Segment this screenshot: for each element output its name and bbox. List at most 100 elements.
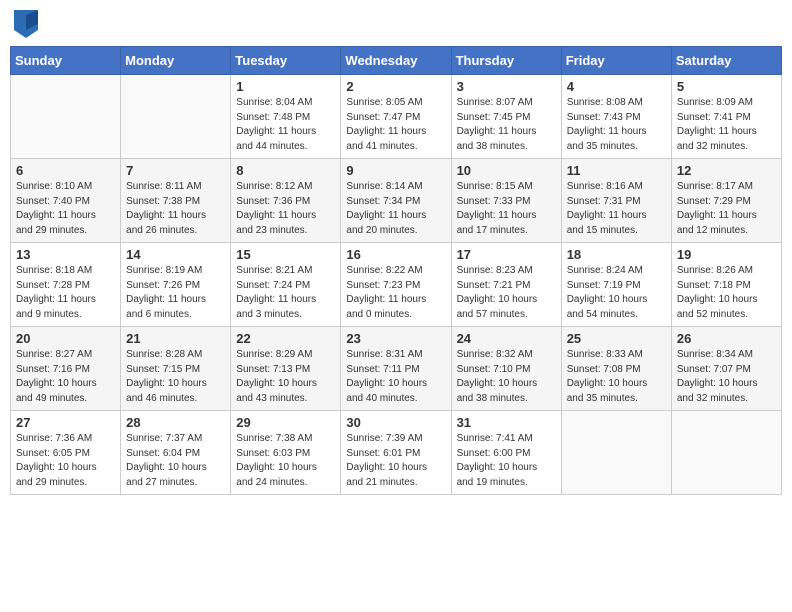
day-info: Sunrise: 8:33 AM Sunset: 7:08 PM Dayligh… bbox=[567, 348, 666, 406]
calendar-cell bbox=[11, 75, 121, 159]
page-header bbox=[10, 10, 782, 38]
calendar-cell: 14 Sunrise: 8:19 AM Sunset: 7:26 PM Dayli… bbox=[121, 243, 231, 327]
calendar-cell: 10Sunrise: 8:15 AM Sunset: 7:33 PM Dayli… bbox=[451, 159, 561, 243]
logo bbox=[14, 10, 42, 38]
logo-icon bbox=[14, 10, 38, 38]
day-info: Sunrise: 8:26 AM Sunset: 7:18 PM Dayligh… bbox=[677, 264, 776, 322]
day-number: 18 bbox=[567, 247, 666, 262]
day-header-monday: Monday bbox=[121, 47, 231, 75]
day-header-friday: Friday bbox=[561, 47, 671, 75]
calendar-cell: 20Sunrise: 8:27 AM Sunset: 7:16 PM Dayli… bbox=[11, 327, 121, 411]
day-info: Sunrise: 8:04 AM Sunset: 7:48 PM Dayligh… bbox=[236, 96, 335, 154]
day-number: 27 bbox=[16, 415, 115, 430]
calendar-week-3: 13 Sunrise: 8:18 AM Sunset: 7:28 PM Dayli… bbox=[11, 243, 782, 327]
calendar-cell: 24 Sunrise: 8:32 AM Sunset: 7:10 PM Dayli… bbox=[451, 327, 561, 411]
day-number: 5 bbox=[677, 79, 776, 94]
day-number: 31 bbox=[457, 415, 556, 430]
day-number: 1 bbox=[236, 79, 335, 94]
day-info: Sunrise: 8:09 AM Sunset: 7:41 PM Dayligh… bbox=[677, 96, 776, 154]
calendar-cell bbox=[561, 411, 671, 495]
day-number: 13 bbox=[16, 247, 115, 262]
day-header-saturday: Saturday bbox=[671, 47, 781, 75]
calendar-cell: 3Sunrise: 8:07 AM Sunset: 7:45 PM Daylig… bbox=[451, 75, 561, 159]
calendar-cell: 21 Sunrise: 8:28 AM Sunset: 7:15 PM Dayli… bbox=[121, 327, 231, 411]
day-info: Sunrise: 8:28 AM Sunset: 7:15 PM Dayligh… bbox=[126, 348, 225, 406]
calendar-cell: 30 Sunrise: 7:39 AM Sunset: 6:01 PM Dayli… bbox=[341, 411, 451, 495]
calendar-cell: 18 Sunrise: 8:24 AM Sunset: 7:19 PM Dayli… bbox=[561, 243, 671, 327]
calendar-cell: 15 Sunrise: 8:21 AM Sunset: 7:24 PM Dayli… bbox=[231, 243, 341, 327]
calendar-cell: 4 Sunrise: 8:08 AM Sunset: 7:43 PM Daylig… bbox=[561, 75, 671, 159]
calendar-cell: 6 Sunrise: 8:10 AM Sunset: 7:40 PM Daylig… bbox=[11, 159, 121, 243]
calendar-header: SundayMondayTuesdayWednesdayThursdayFrid… bbox=[11, 47, 782, 75]
day-header-sunday: Sunday bbox=[11, 47, 121, 75]
calendar-cell: 26 Sunrise: 8:34 AM Sunset: 7:07 PM Dayli… bbox=[671, 327, 781, 411]
day-info: Sunrise: 8:08 AM Sunset: 7:43 PM Dayligh… bbox=[567, 96, 666, 154]
calendar-cell: 28 Sunrise: 7:37 AM Sunset: 6:04 PM Dayli… bbox=[121, 411, 231, 495]
day-info: Sunrise: 8:18 AM Sunset: 7:28 PM Dayligh… bbox=[16, 264, 115, 322]
calendar-week-4: 20Sunrise: 8:27 AM Sunset: 7:16 PM Dayli… bbox=[11, 327, 782, 411]
calendar-cell: 22 Sunrise: 8:29 AM Sunset: 7:13 PM Dayli… bbox=[231, 327, 341, 411]
day-number: 15 bbox=[236, 247, 335, 262]
day-info: Sunrise: 8:07 AM Sunset: 7:45 PM Dayligh… bbox=[457, 96, 556, 154]
day-info: Sunrise: 8:22 AM Sunset: 7:23 PM Dayligh… bbox=[346, 264, 445, 322]
day-info: Sunrise: 7:38 AM Sunset: 6:03 PM Dayligh… bbox=[236, 432, 335, 490]
day-number: 7 bbox=[126, 163, 225, 178]
calendar-cell: 1 Sunrise: 8:04 AM Sunset: 7:48 PM Daylig… bbox=[231, 75, 341, 159]
day-info: Sunrise: 8:31 AM Sunset: 7:11 PM Dayligh… bbox=[346, 348, 445, 406]
day-info: Sunrise: 8:24 AM Sunset: 7:19 PM Dayligh… bbox=[567, 264, 666, 322]
day-info: Sunrise: 8:23 AM Sunset: 7:21 PM Dayligh… bbox=[457, 264, 556, 322]
day-header-tuesday: Tuesday bbox=[231, 47, 341, 75]
day-number: 26 bbox=[677, 331, 776, 346]
day-info: Sunrise: 8:10 AM Sunset: 7:40 PM Dayligh… bbox=[16, 180, 115, 238]
calendar-cell: 23 Sunrise: 8:31 AM Sunset: 7:11 PM Dayli… bbox=[341, 327, 451, 411]
calendar-cell: 11Sunrise: 8:16 AM Sunset: 7:31 PM Dayli… bbox=[561, 159, 671, 243]
day-info: Sunrise: 8:34 AM Sunset: 7:07 PM Dayligh… bbox=[677, 348, 776, 406]
day-info: Sunrise: 8:14 AM Sunset: 7:34 PM Dayligh… bbox=[346, 180, 445, 238]
day-info: Sunrise: 8:12 AM Sunset: 7:36 PM Dayligh… bbox=[236, 180, 335, 238]
day-info: Sunrise: 7:37 AM Sunset: 6:04 PM Dayligh… bbox=[126, 432, 225, 490]
calendar-cell: 31 Sunrise: 7:41 AM Sunset: 6:00 PM Dayli… bbox=[451, 411, 561, 495]
day-info: Sunrise: 8:05 AM Sunset: 7:47 PM Dayligh… bbox=[346, 96, 445, 154]
day-number: 21 bbox=[126, 331, 225, 346]
day-info: Sunrise: 7:39 AM Sunset: 6:01 PM Dayligh… bbox=[346, 432, 445, 490]
day-number: 30 bbox=[346, 415, 445, 430]
day-info: Sunrise: 8:21 AM Sunset: 7:24 PM Dayligh… bbox=[236, 264, 335, 322]
day-info: Sunrise: 8:32 AM Sunset: 7:10 PM Dayligh… bbox=[457, 348, 556, 406]
day-number: 24 bbox=[457, 331, 556, 346]
day-number: 22 bbox=[236, 331, 335, 346]
day-info: Sunrise: 8:15 AM Sunset: 7:33 PM Dayligh… bbox=[457, 180, 556, 238]
day-number: 17 bbox=[457, 247, 556, 262]
day-number: 23 bbox=[346, 331, 445, 346]
calendar-cell: 17 Sunrise: 8:23 AM Sunset: 7:21 PM Dayli… bbox=[451, 243, 561, 327]
calendar-cell: 8Sunrise: 8:12 AM Sunset: 7:36 PM Daylig… bbox=[231, 159, 341, 243]
day-number: 25 bbox=[567, 331, 666, 346]
calendar-week-1: 1 Sunrise: 8:04 AM Sunset: 7:48 PM Daylig… bbox=[11, 75, 782, 159]
day-number: 16 bbox=[346, 247, 445, 262]
day-info: Sunrise: 8:29 AM Sunset: 7:13 PM Dayligh… bbox=[236, 348, 335, 406]
calendar-cell: 12Sunrise: 8:17 AM Sunset: 7:29 PM Dayli… bbox=[671, 159, 781, 243]
calendar-cell bbox=[671, 411, 781, 495]
day-number: 19 bbox=[677, 247, 776, 262]
day-number: 14 bbox=[126, 247, 225, 262]
day-info: Sunrise: 8:19 AM Sunset: 7:26 PM Dayligh… bbox=[126, 264, 225, 322]
calendar-cell: 19 Sunrise: 8:26 AM Sunset: 7:18 PM Dayli… bbox=[671, 243, 781, 327]
calendar-cell: 16 Sunrise: 8:22 AM Sunset: 7:23 PM Dayli… bbox=[341, 243, 451, 327]
calendar-cell: 27 Sunrise: 7:36 AM Sunset: 6:05 PM Dayli… bbox=[11, 411, 121, 495]
day-number: 4 bbox=[567, 79, 666, 94]
day-info: Sunrise: 8:11 AM Sunset: 7:38 PM Dayligh… bbox=[126, 180, 225, 238]
calendar-cell: 13 Sunrise: 8:18 AM Sunset: 7:28 PM Dayli… bbox=[11, 243, 121, 327]
calendar-cell: 9Sunrise: 8:14 AM Sunset: 7:34 PM Daylig… bbox=[341, 159, 451, 243]
day-info: Sunrise: 7:36 AM Sunset: 6:05 PM Dayligh… bbox=[16, 432, 115, 490]
day-number: 2 bbox=[346, 79, 445, 94]
day-number: 28 bbox=[126, 415, 225, 430]
calendar-cell: 5 Sunrise: 8:09 AM Sunset: 7:41 PM Daylig… bbox=[671, 75, 781, 159]
calendar-body: 1 Sunrise: 8:04 AM Sunset: 7:48 PM Daylig… bbox=[11, 75, 782, 495]
day-info: Sunrise: 8:17 AM Sunset: 7:29 PM Dayligh… bbox=[677, 180, 776, 238]
day-info: Sunrise: 8:27 AM Sunset: 7:16 PM Dayligh… bbox=[16, 348, 115, 406]
calendar-table: SundayMondayTuesdayWednesdayThursdayFrid… bbox=[10, 46, 782, 495]
calendar-cell: 25 Sunrise: 8:33 AM Sunset: 7:08 PM Dayli… bbox=[561, 327, 671, 411]
day-info: Sunrise: 7:41 AM Sunset: 6:00 PM Dayligh… bbox=[457, 432, 556, 490]
day-number: 29 bbox=[236, 415, 335, 430]
day-number: 6 bbox=[16, 163, 115, 178]
day-header-wednesday: Wednesday bbox=[341, 47, 451, 75]
